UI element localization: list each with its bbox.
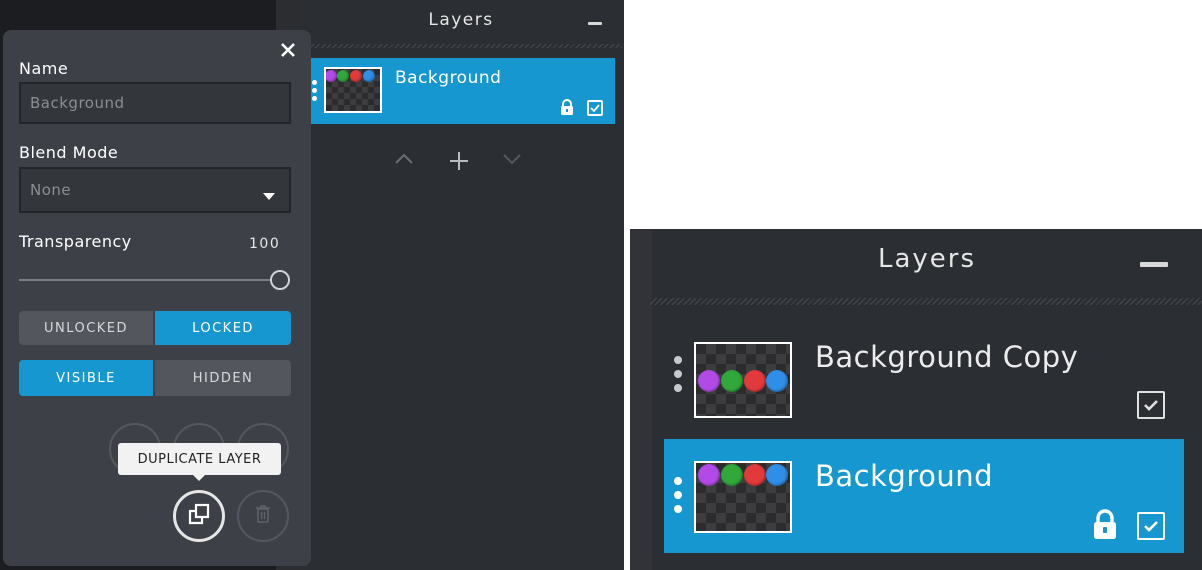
layer-row-background[interactable]: Background: [310, 58, 615, 124]
visible-button[interactable]: VISIBLE: [19, 360, 153, 396]
name-input-value: Background: [30, 94, 125, 112]
checkbox-icon[interactable]: [1137, 512, 1165, 540]
delete-layer-button[interactable]: [237, 490, 289, 542]
dropdown-caret-icon: [263, 186, 275, 200]
checkbox-icon[interactable]: [1137, 391, 1165, 419]
name-label: Name: [19, 59, 69, 78]
chevron-down-icon[interactable]: [502, 153, 522, 169]
layer-name: Background Copy: [815, 340, 1079, 374]
hatch-divider: [650, 298, 1202, 305]
drag-handle-icon[interactable]: [674, 477, 684, 519]
unlocked-button[interactable]: UNLOCKED: [19, 311, 153, 345]
layer-name: Background: [395, 68, 502, 88]
layer-row-background-copy[interactable]: Background Copy: [664, 320, 1184, 428]
layer-thumbnail: [694, 461, 792, 533]
layers-title: Layers: [877, 244, 977, 274]
hidden-button[interactable]: HIDDEN: [155, 360, 291, 396]
drag-handle-icon[interactable]: [674, 356, 684, 398]
locked-button[interactable]: LOCKED: [155, 311, 291, 345]
transparency-value: 100: [249, 236, 281, 252]
duplicate-icon: [188, 503, 210, 530]
transparency-slider-track[interactable]: [19, 279, 273, 281]
layer-row-background[interactable]: Background: [664, 439, 1184, 553]
transparency-label: Transparency: [19, 232, 132, 251]
checkbox-icon[interactable]: [587, 100, 603, 116]
layers-panel: Layers Background: [298, 0, 624, 570]
minus-icon[interactable]: [1140, 262, 1168, 267]
layers-title: Layers: [428, 10, 494, 30]
blend-mode-value: None: [30, 181, 72, 199]
minus-icon[interactable]: [588, 22, 602, 25]
chevron-up-icon[interactable]: [394, 151, 414, 167]
transparency-slider-handle[interactable]: [270, 270, 290, 290]
name-input[interactable]: Background: [19, 82, 291, 124]
layer-properties-panel: Name Background Blend Mode None Transpar…: [3, 30, 311, 566]
duplicate-layer-button[interactable]: [173, 490, 225, 542]
layer-thumbnail: [324, 67, 382, 113]
layer-thumbnail: [694, 342, 792, 418]
plus-icon[interactable]: [449, 151, 469, 171]
trash-icon: [255, 504, 271, 529]
lock-icon[interactable]: [560, 99, 574, 116]
layer-name: Background: [815, 459, 994, 493]
lock-icon[interactable]: [1092, 509, 1118, 541]
hatch-divider: [302, 44, 622, 48]
duplicate-layer-tooltip: DUPLICATE LAYER: [118, 443, 281, 475]
blend-mode-select[interactable]: None: [19, 167, 291, 213]
right-panel-strip: [630, 229, 652, 570]
close-icon[interactable]: [280, 42, 296, 58]
drag-handle-icon[interactable]: [312, 80, 318, 104]
blend-mode-label: Blend Mode: [19, 143, 119, 162]
tooltip-arrow: [192, 474, 206, 481]
